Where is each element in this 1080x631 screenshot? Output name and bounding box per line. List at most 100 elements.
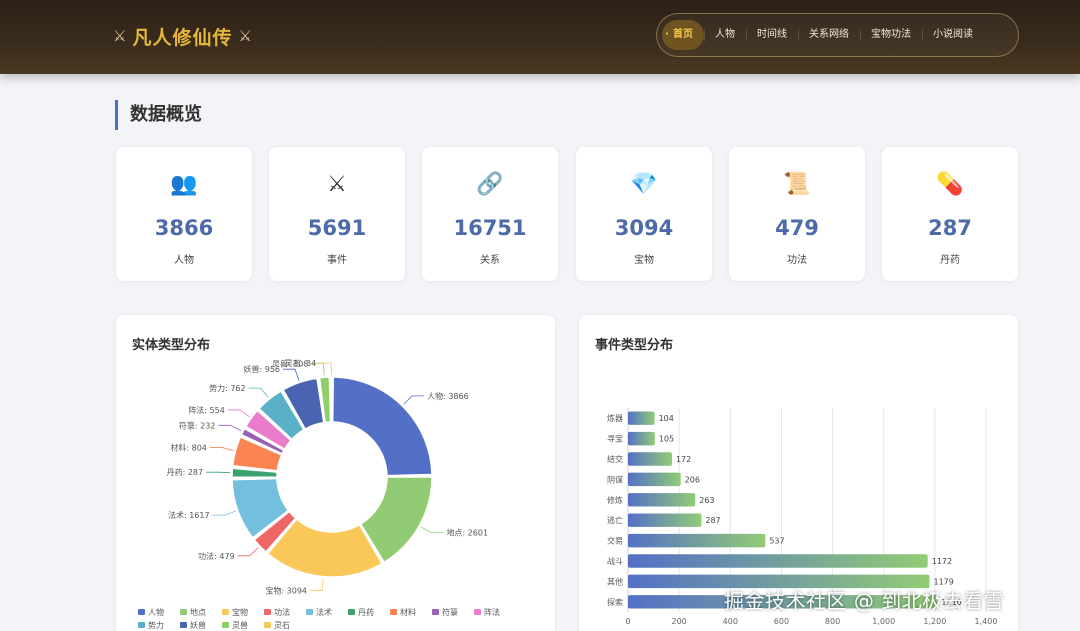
- legend-label[interactable]: 宝物: [232, 607, 248, 617]
- legend-label[interactable]: 法术: [316, 607, 332, 617]
- legend-swatch[interactable]: [348, 609, 355, 615]
- stat-value: 479: [775, 216, 819, 240]
- stat-label: 关系: [480, 255, 500, 266]
- x-tick-label: 0: [625, 617, 630, 626]
- legend-swatch[interactable]: [264, 609, 271, 615]
- y-tick-label: 修炼: [607, 495, 623, 505]
- legend-label[interactable]: 人物: [148, 607, 164, 617]
- legend-label[interactable]: 符箓: [442, 607, 458, 617]
- stat-card-techniques[interactable]: 📜 479 功法: [729, 147, 865, 281]
- bar-value-label: 287: [705, 516, 720, 525]
- x-tick-label: 1,200: [923, 617, 946, 626]
- pie-leader-line: [218, 424, 242, 432]
- crossed-swords-icon: ⚔: [327, 172, 347, 197]
- stat-value: 287: [928, 216, 972, 240]
- legend-label[interactable]: 阵法: [484, 607, 500, 617]
- brand[interactable]: ⚔ 凡人修仙传 ⚔: [113, 22, 252, 50]
- stat-value: 3866: [154, 216, 214, 240]
- bar-3[interactable]: [628, 472, 681, 487]
- y-tick-label: 阴谋: [607, 474, 623, 484]
- legend-label[interactable]: 功法: [274, 607, 290, 617]
- pie-leader-line: [206, 471, 231, 474]
- pie-leader-line: [420, 526, 444, 534]
- stat-card-events[interactable]: ⚔ 5691 事件: [269, 147, 405, 281]
- x-tick-label: 1,000: [872, 617, 895, 626]
- legend-swatch[interactable]: [180, 609, 187, 615]
- legend-swatch[interactable]: [390, 609, 397, 615]
- y-tick-label: 其他: [607, 576, 623, 586]
- legend-swatch[interactable]: [138, 609, 145, 615]
- pie-label: 符箓: 232: [179, 420, 216, 430]
- bar-5[interactable]: [628, 513, 702, 527]
- x-tick-label: 200: [672, 617, 687, 626]
- pie-label: 势力: 762: [209, 383, 246, 393]
- stat-card-pills[interactable]: 💊 287 丹药: [882, 147, 1018, 281]
- stat-card-relations[interactable]: 🔗 16751 关系: [422, 147, 558, 281]
- legend-swatch[interactable]: [138, 622, 145, 628]
- legend-label[interactable]: 灵石: [274, 621, 290, 630]
- legend-label[interactable]: 丹药: [358, 607, 374, 617]
- legend-label[interactable]: 地点: [190, 607, 206, 617]
- nav-item-home[interactable]: 首页: [662, 20, 704, 50]
- bar-6[interactable]: [628, 533, 766, 548]
- pie-leader-line: [403, 395, 425, 405]
- legend-swatch[interactable]: [432, 609, 439, 615]
- nav-item-treasures[interactable]: 宝物功法: [860, 20, 922, 50]
- stat-label: 宝物: [634, 255, 654, 266]
- legend-swatch[interactable]: [474, 609, 481, 615]
- legend-label[interactable]: 材料: [400, 607, 416, 617]
- bar-value-label: 104: [659, 414, 674, 423]
- site-title: 凡人修仙传: [132, 26, 233, 49]
- nav-item-novel[interactable]: 小说阅读: [922, 20, 984, 50]
- crossed-swords-icon: ⚔: [238, 27, 252, 45]
- pie-slice-12[interactable]: [329, 376, 333, 423]
- pie-leader-line: [283, 368, 300, 381]
- bar-7[interactable]: [628, 554, 928, 568]
- gem-icon: 💎: [630, 172, 658, 197]
- bar-4[interactable]: [628, 493, 696, 507]
- bar-value-label: 1172: [932, 557, 952, 566]
- pie-label: 法术: 1617: [168, 510, 210, 520]
- legend-swatch[interactable]: [264, 622, 271, 628]
- legend-swatch[interactable]: [180, 622, 187, 628]
- link-icon: 🔗: [476, 172, 504, 197]
- y-tick-label: 探索: [607, 597, 623, 607]
- legend-swatch[interactable]: [222, 622, 229, 628]
- bar-chart: 0 200 400 600 800 1,000 1,200 1,400 炼器 104 寻宝 105 结交…: [607, 408, 997, 626]
- bar-value-label: 537: [769, 537, 784, 546]
- pie-leader-line: [310, 578, 324, 591]
- legend-label[interactable]: 灵兽: [232, 620, 248, 630]
- stat-card-treasures[interactable]: 💎 3094 宝物: [576, 147, 712, 281]
- event-type-panel: 事件类型分布 0 200 400 600 800 1,000 1,200 1,400 炼器 104…: [579, 315, 1018, 631]
- pie-leader-line: [319, 362, 332, 376]
- legend-swatch[interactable]: [306, 609, 313, 615]
- pie-label: 丹药: 287: [167, 467, 204, 477]
- legend-label[interactable]: 势力: [148, 620, 164, 630]
- pie-label: 功法: 479: [198, 551, 235, 561]
- pill-icon: 💊: [936, 172, 964, 197]
- watermark: 掘金技术社区 @ 到北极去看雪: [724, 589, 1005, 613]
- bar-2[interactable]: [628, 452, 672, 466]
- legend-label[interactable]: 妖兽: [190, 620, 206, 630]
- scroll-icon: 📜: [783, 172, 811, 197]
- pie-leader-line: [237, 547, 259, 557]
- crossed-swords-icon: ⚔: [113, 27, 127, 45]
- pie-label: 人物: 3866: [427, 391, 469, 401]
- top-header: ⚔ 凡人修仙传 ⚔ 首页 人物 时间线 关系网络 宝物功法 小说阅读: [0, 0, 1080, 74]
- stat-value: 16751: [453, 216, 527, 240]
- x-tick-label: 600: [774, 617, 789, 626]
- pie-label: 灵石: 34: [285, 359, 316, 368]
- nav-item-relations[interactable]: 关系网络: [798, 20, 860, 50]
- legend-swatch[interactable]: [222, 609, 229, 615]
- bar-1[interactable]: [628, 431, 655, 446]
- donut-chart: 人物: 3866 地点: 2601 宝物: 3094 功法: 479 法术: 1617 丹…: [138, 358, 500, 630]
- bar-0[interactable]: [628, 411, 655, 425]
- y-tick-label: 结交: [607, 454, 623, 464]
- bar-value-label: 206: [685, 475, 700, 484]
- pie-slice-0[interactable]: [331, 376, 433, 477]
- stat-label: 人物: [174, 255, 194, 266]
- bar-value-label: 105: [659, 435, 674, 444]
- nav-item-characters[interactable]: 人物: [704, 20, 746, 50]
- stat-card-characters[interactable]: 👥 3866 人物: [116, 147, 252, 281]
- nav-item-timeline[interactable]: 时间线: [746, 20, 798, 50]
